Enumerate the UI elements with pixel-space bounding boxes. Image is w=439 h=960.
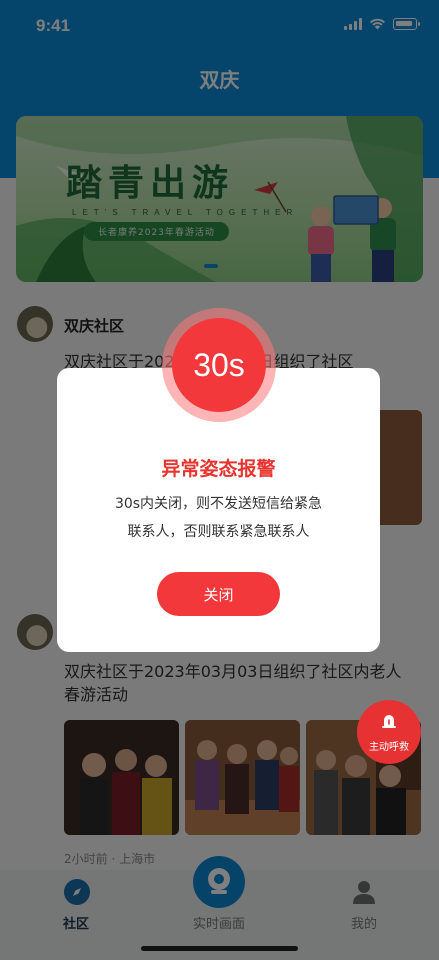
alarm-icon [382,715,396,728]
dialog-message-line: 联系人，否则联系紧急联系人 [127,524,310,540]
sos-label: 主动呼救 [369,742,409,753]
dialog-title: 异常姿态报警 [161,458,276,480]
home-indicator [141,946,298,951]
countdown-timer: 30s [172,318,266,412]
sos-button[interactable]: 主动呼救 [357,700,421,764]
dialog-message: 30s内关闭，则不发送短信给紧急 联系人，否则联系紧急联系人 [57,490,380,546]
dialog-message-line: 30s内关闭，则不发送短信给紧急 [114,496,323,512]
close-button[interactable]: 关闭 [157,572,280,616]
